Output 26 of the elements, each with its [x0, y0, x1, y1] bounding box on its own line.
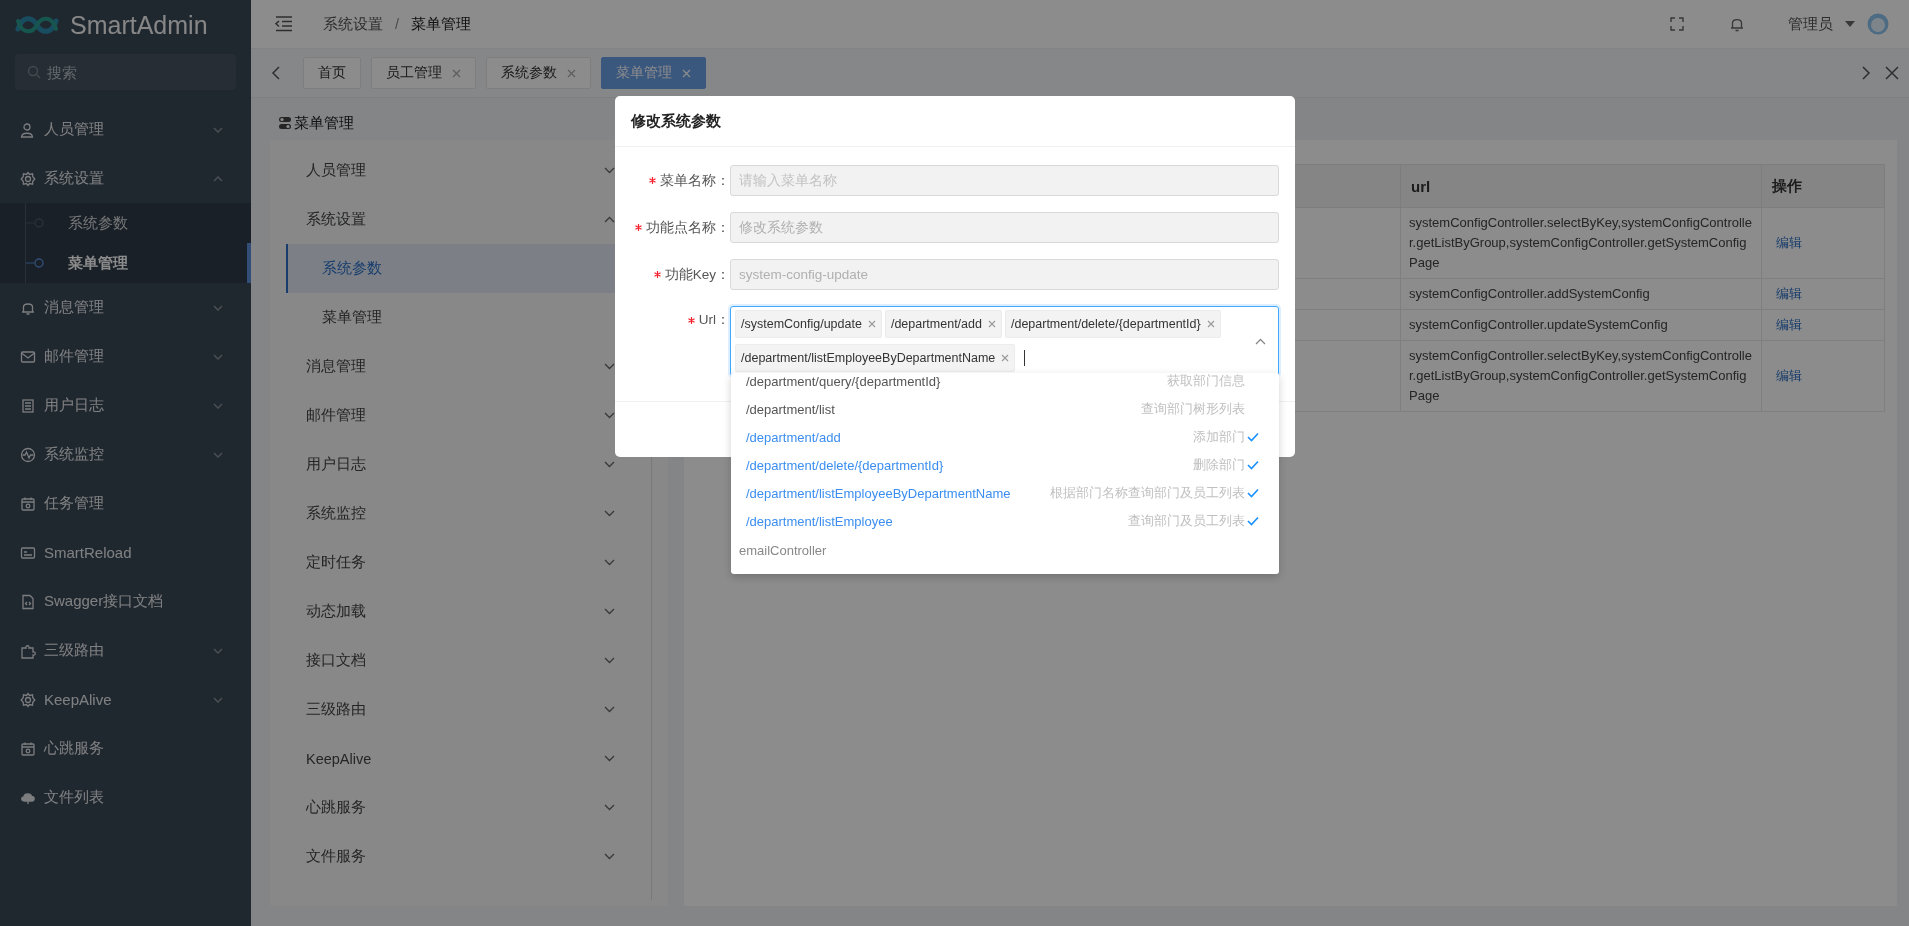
app-logo-text: SmartAdmin [70, 10, 208, 40]
modal-title: 修改系统参数 [631, 111, 721, 131]
tag-text: /department/add [890, 317, 982, 331]
table-cell: systemConfigController.selectByKey,systemConfigController.getListByGroup,systemConfigController.getSystemConfigPage [1400, 207, 1762, 279]
column-header: url [1400, 164, 1762, 208]
option-group-label: emailController [738, 541, 828, 560]
field-label: 功能点名称： [646, 218, 730, 237]
field-label: 菜单名称： [660, 171, 730, 190]
option-path: /department/query/{departmentId} [746, 373, 942, 389]
option-path: /department/listEmployee [746, 513, 894, 529]
field-label: 功能Key： [664, 265, 730, 284]
tag-text: /systemConfig/update [741, 317, 862, 331]
option-path: /department/add [746, 429, 842, 445]
panel-title: 菜单管理 [294, 113, 354, 133]
column-header: 操作 [1761, 164, 1885, 208]
table-cell: systemConfigController.addSystemConfig [1400, 278, 1762, 310]
table-cell: systemConfigController.selectByKey,systemConfigController.getListByGroup,systemConfigController.getSystemConfigPage [1400, 340, 1762, 412]
option-path: /department/list [746, 401, 836, 417]
breadcrumb-separator: / [395, 16, 400, 32]
option-path: /department/listEmployeeByDepartmentName [746, 485, 1012, 501]
table-cell: systemConfigController.updateSystemConfig [1400, 309, 1762, 341]
option-path: /department/delete/{departmentId} [746, 457, 945, 473]
tag-text: /department/delete/{departmentId} [1010, 317, 1201, 331]
tag-text: /department/listEmployeeByDepartmentName [741, 351, 996, 365]
field-label: Url： [698, 311, 730, 329]
breadcrumb-item: 菜单管理 [411, 14, 472, 34]
